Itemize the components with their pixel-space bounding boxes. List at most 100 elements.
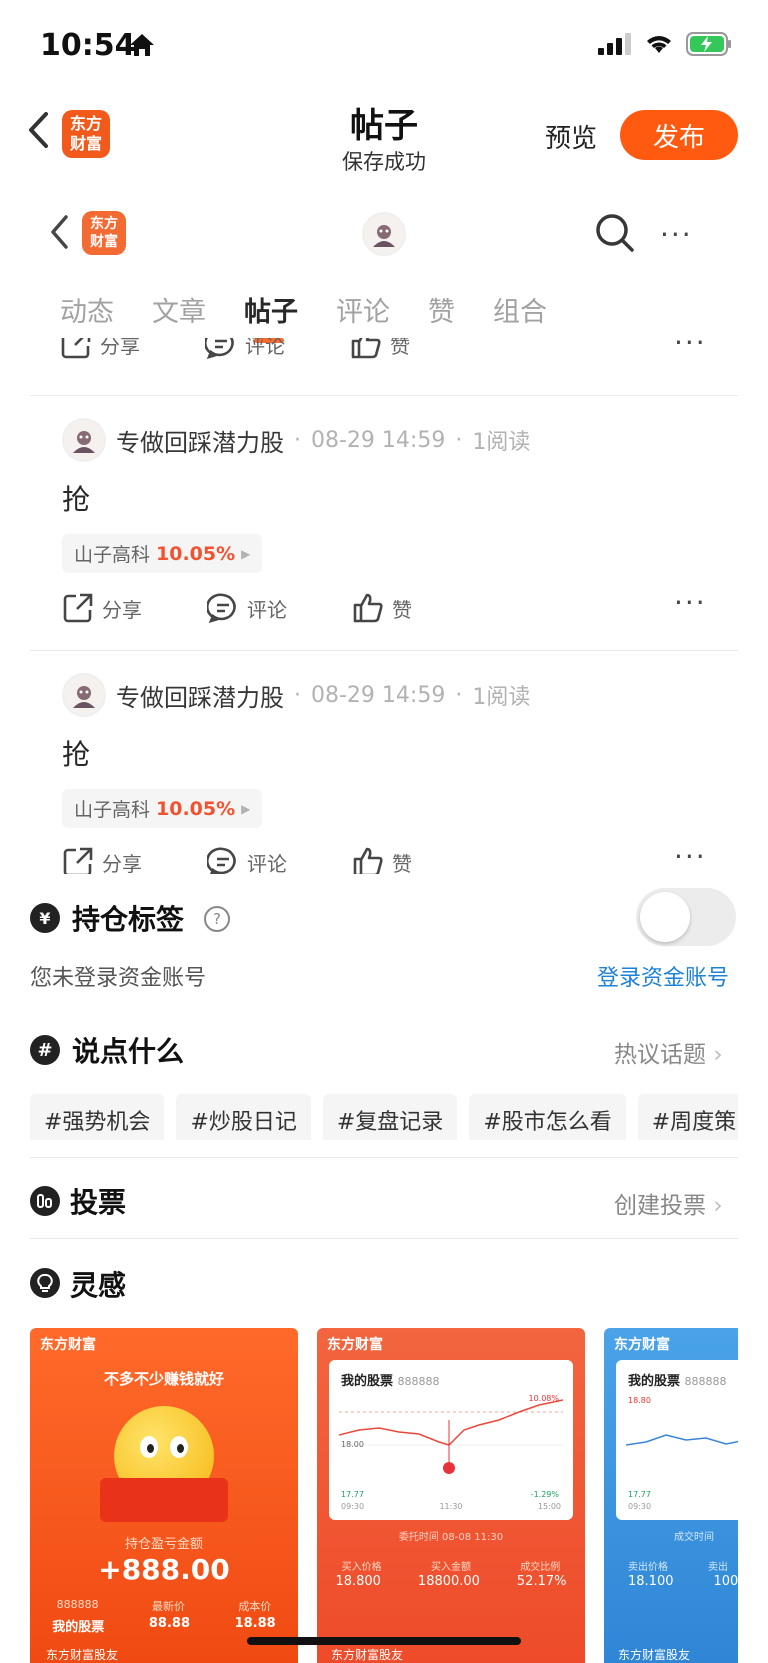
chart-low-label: 17.77 [628,1490,651,1499]
chart-high-label: 10.08% [528,1394,559,1403]
topic-chip[interactable]: #复盘记录 [322,1094,458,1140]
inspiration-card[interactable]: 东方财富 不多不少赚钱就好 持仓盈亏金额 +888.00 888888 最新价 … [30,1328,298,1663]
share-button[interactable]: 分享 [60,338,205,360]
chart-time-label: 15:00 [537,1502,561,1511]
stock-name: 我的股票 [52,1620,105,1635]
post-item[interactable]: 专做回踩潜力股 · 08-29 14:59 · 1阅读 [62,418,530,462]
stock-chip[interactable]: 山子高科 10.05% ▶ [62,789,263,828]
thumbs-up-icon [353,593,383,623]
author-name[interactable]: 专做回踩潜力股 [116,678,284,713]
chart-code: 888888 [397,1375,440,1388]
comment-button[interactable]: 评论 [207,846,352,874]
tab-likes[interactable]: 赞 [428,290,455,329]
author-name[interactable]: 专做回踩潜力股 [116,423,284,458]
field-label: 卖出 [708,1562,728,1573]
stock-change: 10.05% [156,797,236,820]
comment-button[interactable]: 评论 [205,338,350,360]
home-indicator[interactable] [247,1637,521,1645]
field-label: 成交比例 [520,1562,561,1573]
amount-value: +888.00 [98,1553,230,1586]
thumbs-up-icon [351,338,381,359]
inspiration-card[interactable]: 东方财富 我的股票 888888 18.80 17.77 09:30 成交时间 … [604,1328,738,1663]
chart-low-pct: -1.29% [530,1490,559,1499]
field-value: 18.800 [335,1574,381,1589]
like-button[interactable]: 赞 [350,338,495,360]
holdings-toggle[interactable] [636,888,736,946]
field-value: 18.100 [628,1574,674,1589]
status-icons [598,32,732,56]
signal-icon [598,33,631,55]
thumbs-up-icon [353,847,383,874]
post-more-icon[interactable]: ··· [674,586,707,619]
comment-icon [207,847,236,874]
not-logged-text: 您未登录资金账号 [30,966,207,991]
inspiration-card[interactable]: 东方财富 我的股票 888888 10.08% 18.00 17.77 -1.2… [317,1328,585,1663]
post-more-icon[interactable]: ··· [674,840,707,873]
latest-price: 88.88 [148,1616,190,1631]
post-actions: 分享 评论 赞 [60,338,740,360]
share-icon [63,847,93,874]
order-time: 成交时间 [674,1532,714,1543]
card-footer: 东方财富股友 [331,1648,404,1662]
publish-button[interactable]: 发布 [620,110,738,160]
post-actions: 分享 评论 赞 [62,846,742,874]
topic-chip[interactable]: #周度策 [637,1094,738,1140]
topic-chip[interactable]: #股市怎么看 [469,1094,626,1140]
price-line-chart [626,1434,738,1446]
post-more-icon[interactable]: ··· [674,326,707,359]
divider [30,1238,738,1239]
topic-chip[interactable]: #炒股日记 [176,1094,311,1140]
chart-low-label: 17.77 [341,1490,364,1499]
post-time: 08-29 14:59 [311,682,446,708]
preview-back-icon[interactable] [48,214,70,254]
comment-icon [205,338,234,359]
holdings-title: 持仓标签 [72,903,185,936]
tab-dynamic[interactable]: 动态 [60,290,114,329]
author-avatar[interactable] [62,418,106,462]
hot-topics-link[interactable]: 热议话题 › [614,1035,723,1069]
chart-time-label: 09:30 [341,1502,365,1511]
profile-avatar[interactable] [362,212,406,256]
chart-title: 我的股票 [628,1374,681,1389]
login-account-link[interactable]: 登录资金账号 [597,960,729,992]
more-icon[interactable]: ··· [660,218,693,251]
topic-list: #强势机会 #炒股日记 #复盘记录 #股市怎么看 #周度策 [30,1094,738,1140]
create-vote-link[interactable]: 创建投票 › [614,1186,723,1220]
tab-posts[interactable]: 帖子 [244,290,298,343]
chart-code: 888888 [684,1375,727,1388]
stock-name: 山子高科 [74,544,151,566]
post-item[interactable]: 专做回踩潜力股 · 08-29 14:59 · 1阅读 [62,673,530,717]
stock-chip[interactable]: 山子高科 10.05% ▶ [62,534,263,573]
play-arrow-icon: ▶ [241,801,251,816]
like-button[interactable]: 赞 [352,846,497,874]
profile-tabs: 动态 文章 帖子 评论 赞 组合 [60,290,547,343]
search-icon[interactable] [594,212,636,258]
share-button[interactable]: 分享 [62,846,207,874]
lightbulb-icon [30,1268,60,1298]
like-button[interactable]: 赞 [352,592,497,624]
yen-icon: ¥ [30,903,60,933]
stock-chart-panel: 我的股票 888888 10.08% 18.00 17.77 -1.29% 09… [329,1360,573,1520]
comment-button[interactable]: 评论 [207,592,352,624]
preview-button[interactable]: 预览 [545,118,597,155]
status-time: 10:54 [40,28,136,63]
help-icon[interactable]: ? [204,906,230,932]
author-avatar[interactable] [62,673,106,717]
wifi-icon [647,36,671,53]
card-brand: 东方财富 [614,1337,670,1353]
tab-portfolio[interactable]: 组合 [493,290,547,329]
topic-chip[interactable]: #强势机会 [30,1094,165,1140]
share-button[interactable]: 分享 [62,592,207,624]
field-label: 买入价格 [341,1562,382,1573]
tab-articles[interactable]: 文章 [152,290,206,329]
card-brand: 东方财富 [327,1337,383,1353]
post-body: 抢 [62,483,91,516]
cost-label: 成本价 [238,1600,272,1613]
card-footer: 东方财富股友 [618,1648,691,1662]
play-arrow-icon: ▶ [241,546,251,561]
chart-title: 我的股票 [341,1374,394,1389]
card-slogan: 不多不少赚钱就好 [103,1370,224,1388]
tab-comments[interactable]: 评论 [336,290,390,329]
post-body: 抢 [62,738,91,771]
latest-label: 最新价 [151,1600,185,1613]
